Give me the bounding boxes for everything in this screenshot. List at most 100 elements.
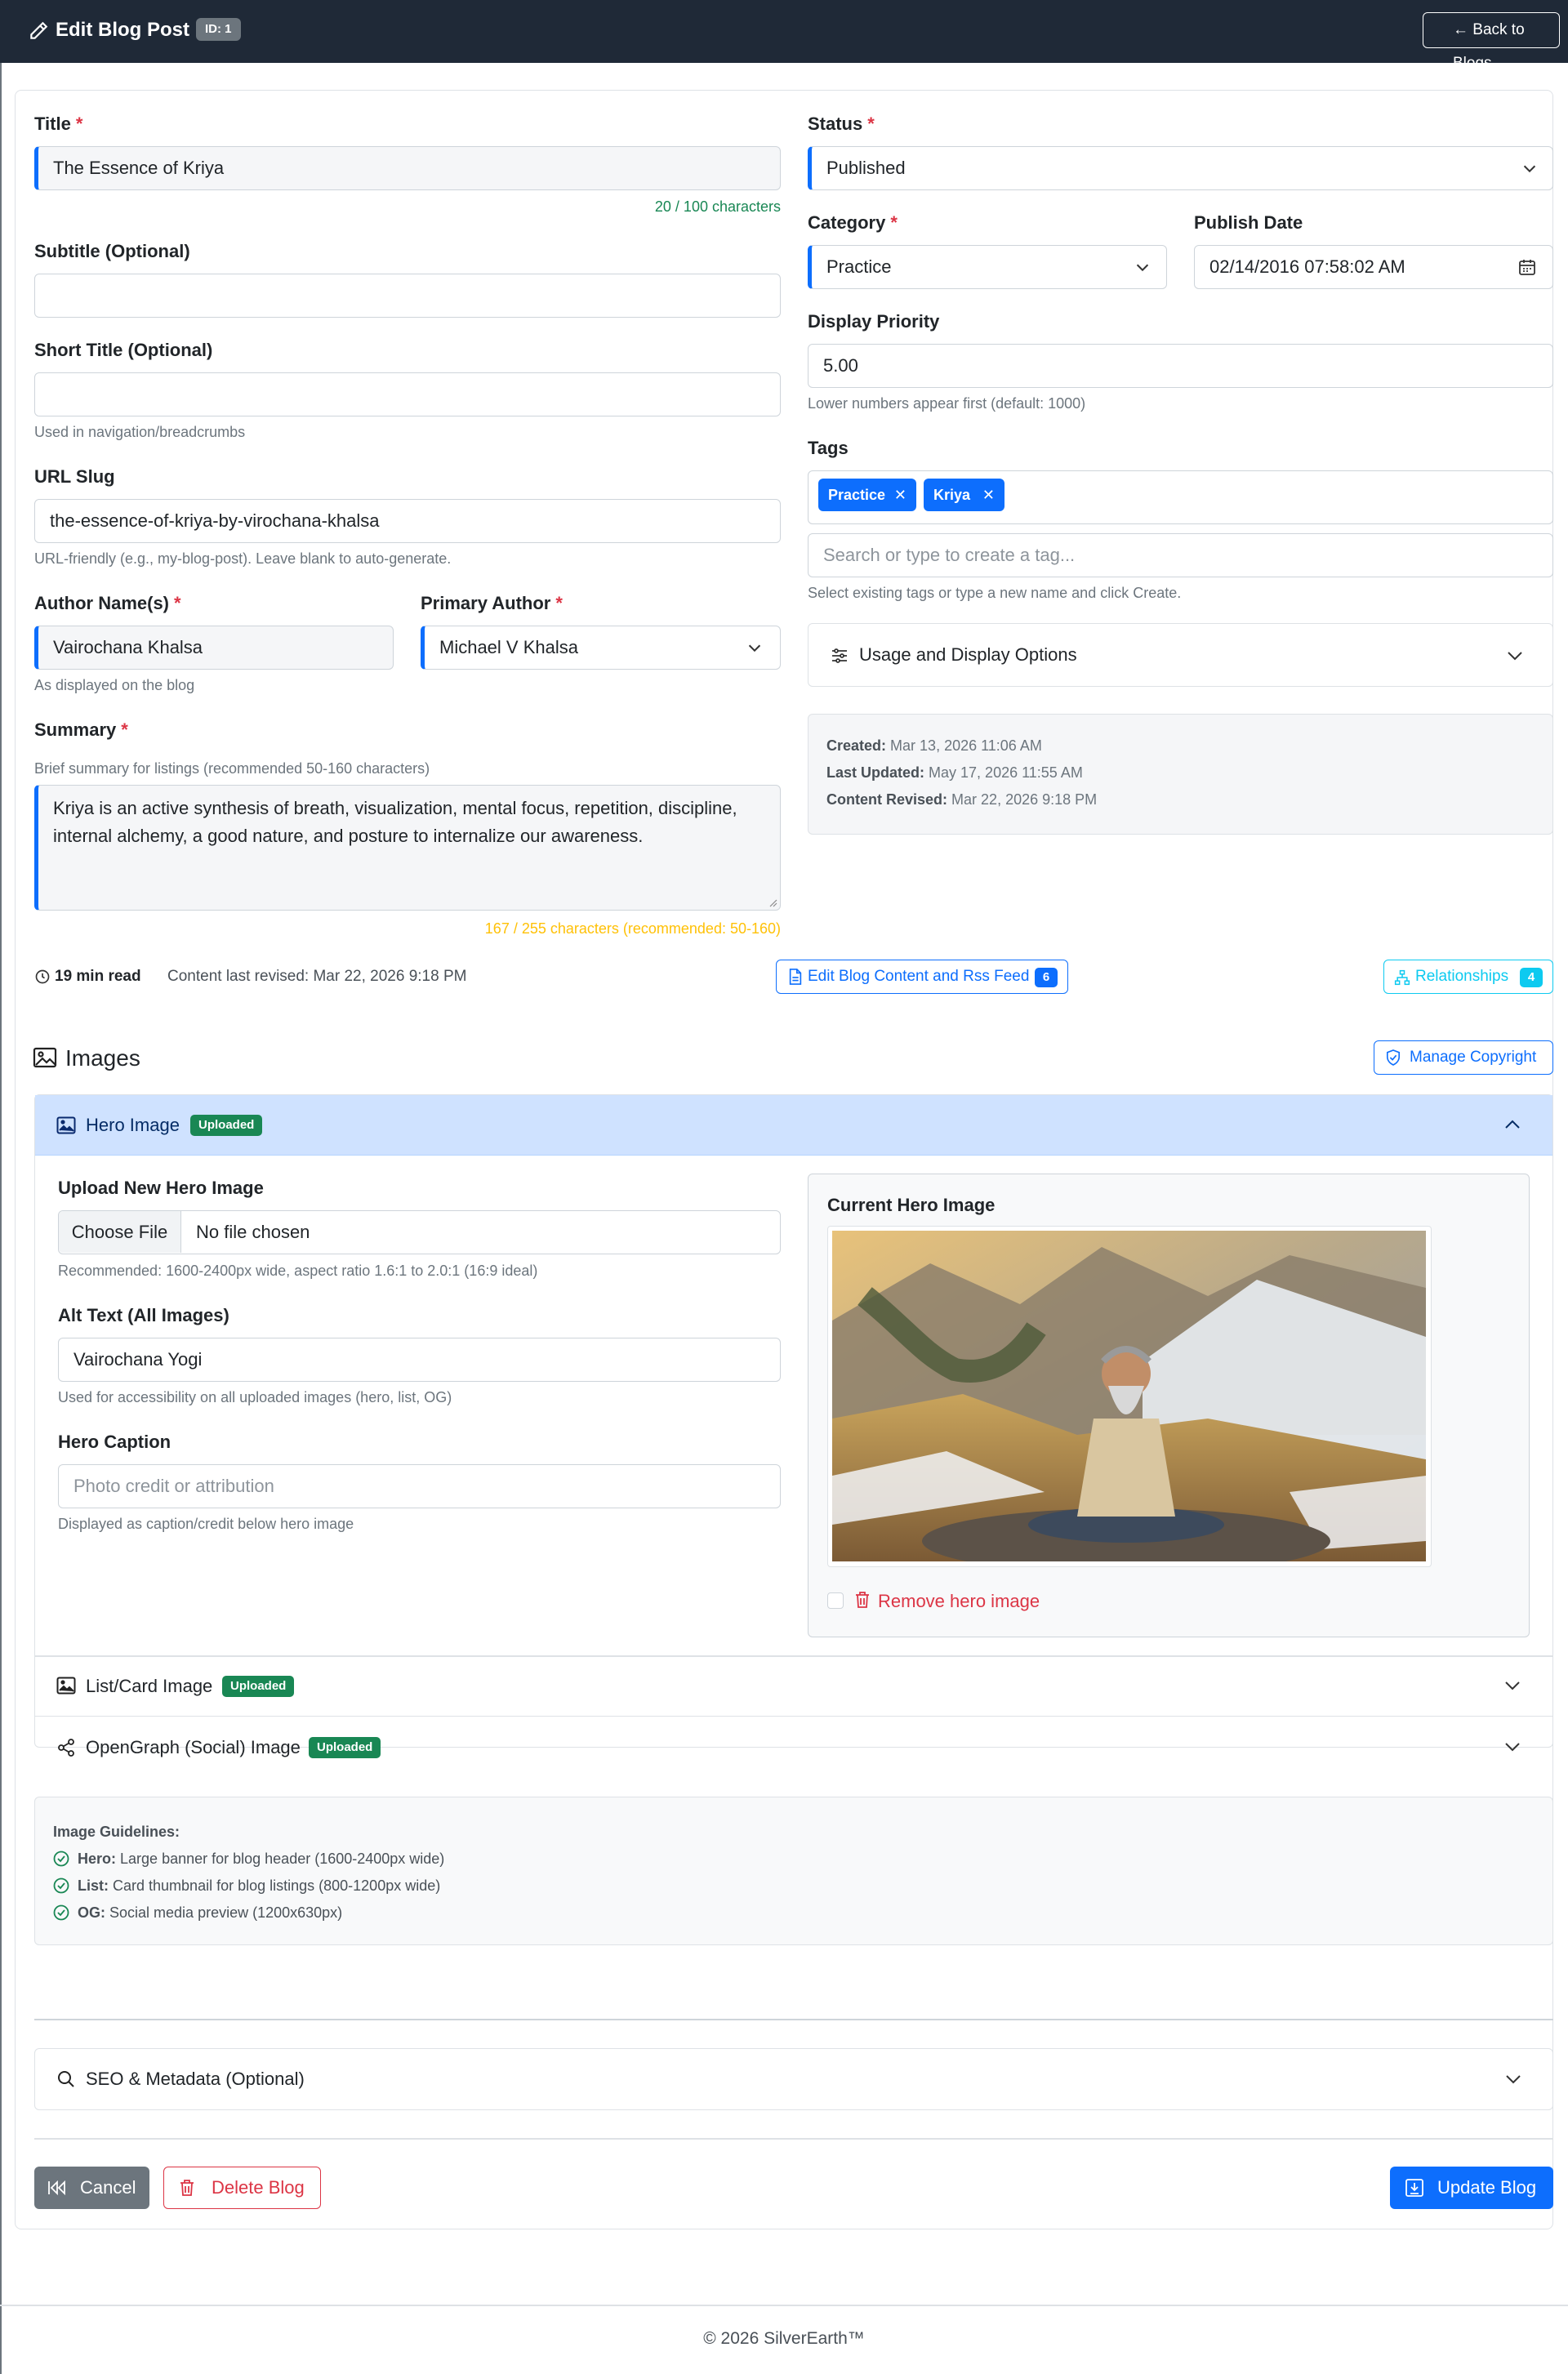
trash-icon [854, 1591, 871, 1609]
summary-label: Summary * [34, 719, 128, 740]
author-names-help: As displayed on the blog [34, 677, 195, 693]
hero-caption-input[interactable]: Photo credit or attribution [58, 1464, 781, 1508]
relationships-button[interactable]: Relationships 4 [1383, 960, 1553, 994]
calendar-icon[interactable] [1517, 257, 1537, 277]
primary-author-label: Primary Author * [421, 593, 563, 613]
images-icon [33, 1047, 57, 1068]
guideline-item: List: Card thumbnail for blog listings (… [53, 1876, 440, 1895]
choose-file-button[interactable]: Choose File [59, 1211, 181, 1253]
clock-icon [34, 969, 51, 985]
guideline-item: OG: Social media preview (1200x630px) [53, 1903, 342, 1922]
list-card-uploaded-badge: Uploaded [222, 1676, 295, 1697]
shield-icon [1386, 1049, 1401, 1066]
image-guidelines-box: Image Guidelines: Hero: Large banner for… [34, 1797, 1553, 1945]
upload-hero-help: Recommended: 1600-2400px wide, aspect ra… [58, 1263, 538, 1279]
pencil-icon [28, 20, 49, 42]
read-time: 19 min read [55, 968, 141, 985]
relationships-count-badge: 4 [1520, 968, 1543, 987]
hero-file-input[interactable]: Choose File No file chosen [58, 1210, 781, 1254]
summary-help: Brief summary for listings (recommended … [34, 760, 430, 777]
opengraph-uploaded-badge: Uploaded [309, 1737, 381, 1758]
chevron-down-icon [1504, 646, 1526, 666]
check-circle-icon [53, 1904, 69, 1921]
chevron-up-icon [1502, 1115, 1523, 1134]
share-icon [56, 1738, 76, 1757]
delete-blog-button[interactable]: Delete Blog [163, 2167, 321, 2209]
actions-divider [34, 2138, 1553, 2140]
title-char-counter: 20 / 100 characters [654, 198, 781, 215]
tags-help: Select existing tags or type a new name … [808, 585, 1182, 601]
alt-text-label: Alt Text (All Images) [58, 1305, 229, 1325]
section-divider [34, 2019, 1553, 2020]
check-circle-icon [53, 1851, 69, 1867]
top-bar: Edit Blog Post ID: 1 ← Back to Blogs [0, 0, 1568, 72]
tag-chip-practice: Practice ✕ [818, 479, 916, 511]
check-circle-icon [53, 1877, 69, 1894]
opengraph-accordion-header[interactable]: OpenGraph (Social) Image Uploaded [35, 1717, 1552, 1778]
display-priority-input[interactable]: 5.00 [808, 344, 1553, 388]
status-select[interactable]: Published [808, 146, 1553, 190]
short-title-help: Used in navigation/breadcrumbs [34, 424, 246, 440]
author-names-input[interactable]: Vairochana Khalsa [34, 626, 394, 670]
subtitle-input[interactable] [34, 274, 781, 318]
url-slug-input[interactable]: the-essence-of-kriya-by-virochana-khalsa [34, 499, 781, 543]
hero-caption-help: Displayed as caption/credit below hero i… [58, 1516, 354, 1532]
publish-date-label: Publish Date [1194, 212, 1303, 233]
upload-hero-label: Upload New Hero Image [58, 1178, 264, 1198]
list-card-accordion-header[interactable]: List/Card Image Uploaded [35, 1656, 1552, 1717]
remove-hero-checkbox[interactable] [827, 1592, 844, 1609]
page-title: Edit Blog Post [56, 19, 189, 41]
image-icon [56, 1677, 76, 1695]
tags-label: Tags [808, 438, 849, 458]
document-icon [788, 969, 803, 985]
display-priority-label: Display Priority [808, 311, 940, 332]
image-icon [56, 1116, 76, 1134]
summary-textarea[interactable]: Kriya is an active synthesis of breath, … [34, 785, 781, 911]
hero-image-accordion-header[interactable]: Hero Image Uploaded [35, 1095, 1552, 1156]
author-names-label: Author Name(s) * [34, 593, 181, 613]
seo-metadata-toggle[interactable]: SEO & Metadata (Optional) [34, 2048, 1553, 2110]
edit-blog-content-button[interactable]: Edit Blog Content and Rss Feed 6 [776, 960, 1068, 994]
title-label: Title * [34, 114, 83, 134]
hero-uploaded-badge: Uploaded [190, 1115, 263, 1136]
update-blog-button[interactable]: Update Blog [1390, 2167, 1553, 2209]
publish-date-input[interactable]: 02/14/2016 07:58:02 AM [1194, 245, 1553, 289]
usage-options-label: Usage and Display Options [859, 644, 1077, 665]
url-slug-label: URL Slug [34, 466, 115, 487]
alt-text-input[interactable]: Vairochana Yogi [58, 1338, 781, 1382]
alt-text-help: Used for accessibility on all uploaded i… [58, 1389, 452, 1405]
images-section-title: Images [65, 1045, 140, 1071]
usage-display-options-toggle[interactable]: Usage and Display Options [808, 623, 1553, 687]
primary-author-select[interactable]: Michael V Khalsa [421, 626, 781, 670]
title-input[interactable]: The Essence of Kriya [34, 146, 781, 190]
cancel-button[interactable]: Cancel [34, 2167, 149, 2209]
close-icon[interactable]: ✕ [982, 479, 995, 511]
chevron-down-icon [1502, 1737, 1523, 1757]
current-hero-label: Current Hero Image [827, 1195, 996, 1215]
display-priority-help: Lower numbers appear first (default: 100… [808, 395, 1086, 412]
tag-search-input[interactable]: Search or type to create a tag... [808, 533, 1553, 577]
rewind-icon [47, 2179, 67, 2197]
back-to-blogs-button[interactable]: ← Back to Blogs [1423, 12, 1560, 72]
id-badge: ID: 1 [196, 18, 241, 41]
remove-hero-label[interactable]: Remove hero image [878, 1589, 1040, 1614]
category-label: Category * [808, 212, 898, 233]
resize-handle-icon[interactable] [768, 897, 777, 907]
short-title-input[interactable] [34, 372, 781, 416]
content-count-badge: 6 [1035, 968, 1058, 987]
footer-copyright: © 2026 SilverEarth™ [703, 2329, 865, 2348]
chevron-down-icon [1134, 258, 1152, 276]
subtitle-label: Subtitle (Optional) [34, 241, 190, 261]
close-icon[interactable]: ✕ [894, 479, 906, 511]
trash-icon [179, 2179, 195, 2197]
manage-copyright-button[interactable]: Manage Copyright [1374, 1040, 1553, 1075]
chevron-down-icon [1503, 2069, 1524, 2089]
category-select[interactable]: Practice [808, 245, 1167, 289]
hero-image-frame [827, 1226, 1432, 1567]
tag-chip-kriya: Kriya ✕ [924, 479, 1004, 511]
summary-char-counter: 167 / 255 characters (recommended: 50-16… [484, 920, 781, 937]
save-icon [1405, 2178, 1424, 2198]
status-label: Status * [808, 114, 875, 134]
guideline-item: Hero: Large banner for blog header (1600… [53, 1849, 444, 1868]
url-slug-help: URL-friendly (e.g., my-blog-post). Leave… [34, 550, 452, 567]
